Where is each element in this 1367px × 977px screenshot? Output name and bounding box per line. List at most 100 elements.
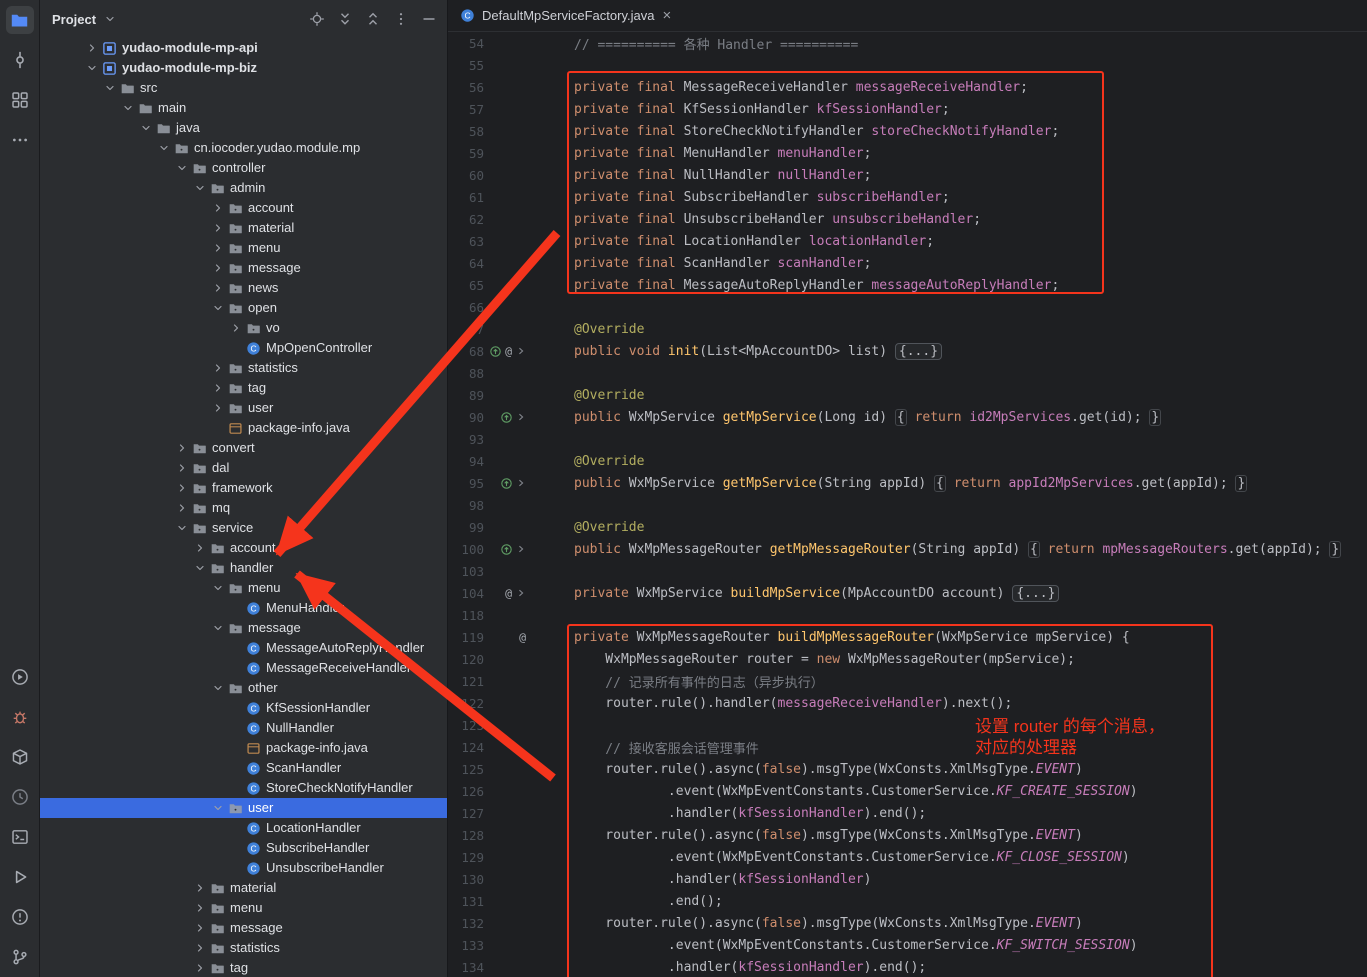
- code-line[interactable]: 55: [448, 54, 1367, 76]
- chevron-right-icon[interactable]: [210, 241, 225, 256]
- tree-item-framework[interactable]: framework: [40, 478, 447, 498]
- chevron-down-icon[interactable]: [210, 581, 225, 596]
- tree-item-SubscribeHandler[interactable]: CSubscribeHandler: [40, 838, 447, 858]
- chevron-right-icon[interactable]: [192, 921, 207, 936]
- tree-item-tag[interactable]: tag: [40, 958, 447, 977]
- tree-item-other[interactable]: other: [40, 678, 447, 698]
- editor-tab[interactable]: C DefaultMpServiceFactory.java ×: [448, 0, 684, 31]
- debug-button[interactable]: [6, 703, 34, 731]
- tree-item-message[interactable]: message: [40, 918, 447, 938]
- chevron-down-icon[interactable]: [120, 101, 135, 116]
- code-line[interactable]: 131 .end();: [448, 890, 1367, 912]
- tree-item-cn.iocoder.yudao.module.mp[interactable]: cn.iocoder.yudao.module.mp: [40, 138, 447, 158]
- override-gutter-icon[interactable]: [501, 544, 512, 555]
- build-button[interactable]: [6, 743, 34, 771]
- tree-item-controller[interactable]: controller: [40, 158, 447, 178]
- tree-item-MessageReceiveHandler[interactable]: CMessageReceiveHandler: [40, 658, 447, 678]
- chevron-right-icon[interactable]: [174, 461, 189, 476]
- run-button[interactable]: [6, 863, 34, 891]
- tree-item-open[interactable]: open: [40, 298, 447, 318]
- history-button[interactable]: [6, 783, 34, 811]
- chevron-right-icon[interactable]: [174, 481, 189, 496]
- fold-chevron-icon[interactable]: [516, 588, 526, 598]
- chevron-down-icon[interactable]: [210, 681, 225, 696]
- fold-chevron-icon[interactable]: [516, 544, 526, 554]
- override-gutter-icon[interactable]: [501, 412, 512, 423]
- code-line[interactable]: 120 WxMpMessageRouter router = new WxMpM…: [448, 648, 1367, 670]
- code-line[interactable]: 133 .event(WxMpEventConstants.CustomerSe…: [448, 934, 1367, 956]
- code-line[interactable]: 66: [448, 296, 1367, 318]
- fold-chevron-icon[interactable]: [516, 478, 526, 488]
- code-line[interactable]: 63private final LocationHandler location…: [448, 230, 1367, 252]
- chevron-down-icon[interactable]: [138, 121, 153, 136]
- chevron-down-icon[interactable]: [174, 161, 189, 176]
- chevron-right-icon[interactable]: [210, 281, 225, 296]
- more-tools-button[interactable]: [6, 126, 34, 154]
- tree-item-menu[interactable]: menu: [40, 898, 447, 918]
- code-line[interactable]: 56private final MessageReceiveHandler me…: [448, 76, 1367, 98]
- chevron-right-icon[interactable]: [210, 361, 225, 376]
- code-line[interactable]: 103: [448, 560, 1367, 582]
- tree-item-java[interactable]: java: [40, 118, 447, 138]
- code-line[interactable]: 59private final MenuHandler menuHandler;: [448, 142, 1367, 164]
- code-line[interactable]: 88: [448, 362, 1367, 384]
- chevron-right-icon[interactable]: [192, 881, 207, 896]
- tree-item-package-info.java[interactable]: package-info.java: [40, 738, 447, 758]
- chevron-right-icon[interactable]: [210, 401, 225, 416]
- tree-item-menu[interactable]: menu: [40, 578, 447, 598]
- code-line[interactable]: 121 // 记录所有事件的日志（异步执行）: [448, 670, 1367, 692]
- tree-item-dal[interactable]: dal: [40, 458, 447, 478]
- chevron-down-icon[interactable]: [102, 81, 117, 96]
- tree-item-material[interactable]: material: [40, 218, 447, 238]
- tree-item-package-info.java[interactable]: package-info.java: [40, 418, 447, 438]
- tree-item-MenuHandler[interactable]: CMenuHandler: [40, 598, 447, 618]
- tree-item-service[interactable]: service: [40, 518, 447, 538]
- chevron-right-icon[interactable]: [210, 221, 225, 236]
- commit-button[interactable]: [6, 46, 34, 74]
- code-line[interactable]: 132 router.rule().async(false).msgType(W…: [448, 912, 1367, 934]
- tree-item-menu[interactable]: menu: [40, 238, 447, 258]
- project-button[interactable]: [6, 6, 34, 34]
- tree-item-mq[interactable]: mq: [40, 498, 447, 518]
- code-line[interactable]: 61private final SubscribeHandler subscri…: [448, 186, 1367, 208]
- code-line[interactable]: 126 .event(WxMpEventConstants.CustomerSe…: [448, 780, 1367, 802]
- structure-button[interactable]: [6, 86, 34, 114]
- terminal-button[interactable]: [6, 823, 34, 851]
- chevron-right-icon[interactable]: [84, 41, 99, 56]
- chevron-right-icon[interactable]: [192, 961, 207, 976]
- tree-item-statistics[interactable]: statistics: [40, 358, 447, 378]
- tree-item-convert[interactable]: convert: [40, 438, 447, 458]
- close-icon[interactable]: ×: [661, 8, 672, 23]
- hide-panel-button[interactable]: [420, 11, 437, 28]
- chevron-down-icon[interactable]: [192, 181, 207, 196]
- tree-item-KfSessionHandler[interactable]: CKfSessionHandler: [40, 698, 447, 718]
- tree-item-tag[interactable]: tag: [40, 378, 447, 398]
- chevron-down-icon[interactable]: [84, 61, 99, 76]
- version-control-button[interactable]: [6, 943, 34, 971]
- code-line[interactable]: 90public WxMpService getMpService(Long i…: [448, 406, 1367, 428]
- tree-item-UnsubscribeHandler[interactable]: CUnsubscribeHandler: [40, 858, 447, 878]
- chevron-right-icon[interactable]: [174, 441, 189, 456]
- code-line[interactable]: 64private final ScanHandler scanHandler;: [448, 252, 1367, 274]
- code-line[interactable]: 118: [448, 604, 1367, 626]
- code-line[interactable]: 93: [448, 428, 1367, 450]
- tree-item-statistics[interactable]: statistics: [40, 938, 447, 958]
- chevron-down-icon[interactable]: [192, 561, 207, 576]
- code-line[interactable]: 99@Override: [448, 516, 1367, 538]
- chevron-right-icon[interactable]: [210, 261, 225, 276]
- tree-item-account[interactable]: account: [40, 538, 447, 558]
- tree-item-yudao-module-mp-api[interactable]: yudao-module-mp-api: [40, 38, 447, 58]
- chevron-right-icon[interactable]: [210, 201, 225, 216]
- chevron-right-icon[interactable]: [228, 321, 243, 336]
- chevron-right-icon[interactable]: [210, 381, 225, 396]
- tree-item-account[interactable]: account: [40, 198, 447, 218]
- tree-item-handler[interactable]: handler: [40, 558, 447, 578]
- code-line[interactable]: 62private final UnsubscribeHandler unsub…: [448, 208, 1367, 230]
- tree-item-message[interactable]: message: [40, 618, 447, 638]
- fold-chevron-icon[interactable]: [516, 412, 526, 422]
- tree-item-MessageAutoReplyHandler[interactable]: CMessageAutoReplyHandler: [40, 638, 447, 658]
- tree-item-NullHandler[interactable]: CNullHandler: [40, 718, 447, 738]
- code-line[interactable]: 124 // 接收客服会话管理事件: [448, 736, 1367, 758]
- tree-item-user[interactable]: user: [40, 798, 447, 818]
- problems-button[interactable]: [6, 903, 34, 931]
